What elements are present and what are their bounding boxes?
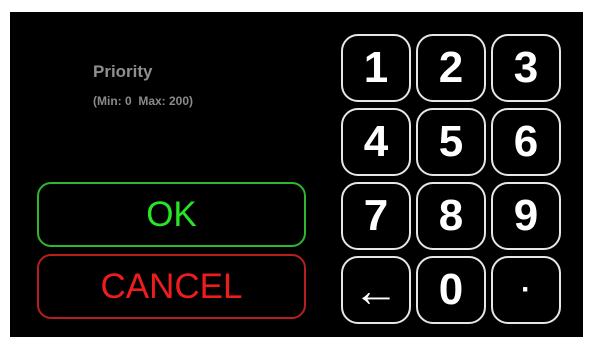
key-7[interactable]: 7 <box>341 182 411 250</box>
key-5[interactable]: 5 <box>416 108 486 176</box>
field-title: Priority <box>93 62 153 81</box>
key-1[interactable]: 1 <box>341 34 411 102</box>
numeric-entry-screen: Priority (Min: 0 Max: 200) OK CANCEL 1 2… <box>10 12 583 337</box>
left-arrow-icon: ← <box>353 264 399 316</box>
ok-button[interactable]: OK <box>37 182 306 247</box>
key-6[interactable]: 6 <box>491 108 561 176</box>
field-range-hint: (Min: 0 Max: 200) <box>93 94 194 108</box>
key-3[interactable]: 3 <box>491 34 561 102</box>
key-2[interactable]: 2 <box>416 34 486 102</box>
backspace-key[interactable]: ← <box>341 256 411 324</box>
key-4[interactable]: 4 <box>341 108 411 176</box>
cancel-button[interactable]: CANCEL <box>37 254 306 319</box>
key-8[interactable]: 8 <box>416 182 486 250</box>
key-0[interactable]: 0 <box>416 256 486 324</box>
key-9[interactable]: 9 <box>491 182 561 250</box>
decimal-key[interactable]: · <box>491 256 561 324</box>
